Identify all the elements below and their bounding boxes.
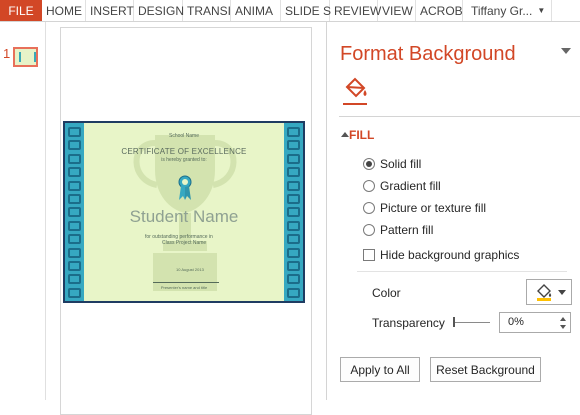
pane-title: Format Background	[340, 43, 516, 65]
apply-to-all-button[interactable]: Apply to All	[340, 357, 420, 382]
pattern-fill-label: Pattern fill	[380, 223, 434, 237]
border-pattern-cell	[68, 180, 81, 191]
tab-review[interactable]: REVIEW	[330, 0, 381, 21]
border-pattern-cell	[287, 180, 300, 191]
slide-certificate-title: CERTIFICATE OF EXCELLENCE	[121, 147, 247, 156]
chevron-down-icon: ▼	[537, 6, 546, 15]
slide-signature-caption: Presenter's name and title	[160, 285, 208, 290]
border-pattern-cell	[68, 247, 81, 258]
color-dropdown-caret-icon	[558, 290, 566, 295]
slide-date: 10 August 2013	[176, 267, 204, 272]
border-pattern-cell	[287, 287, 300, 298]
gradient-fill-option[interactable]: Gradient fill	[363, 178, 441, 194]
border-pattern-cell	[68, 194, 81, 204]
border-pattern-cell	[287, 220, 300, 231]
transparency-spinbox[interactable]: 0%	[499, 312, 571, 333]
reset-background-button[interactable]: Reset Background	[430, 357, 541, 382]
pattern-fill-radio[interactable]	[363, 224, 375, 236]
hide-background-graphics-checkbox[interactable]	[363, 249, 375, 261]
border-pattern-cell	[68, 287, 81, 298]
slide-school-name: School Name	[168, 133, 199, 139]
tab-animations[interactable]: ANIMA	[231, 0, 281, 21]
spin-up-icon[interactable]	[560, 317, 566, 321]
border-pattern-cell	[287, 194, 300, 204]
paint-bucket-icon[interactable]	[343, 77, 369, 101]
color-picker-button[interactable]	[526, 279, 572, 305]
fill-tab-indicator	[343, 103, 367, 105]
ribbon-filler	[551, 0, 580, 21]
user-account[interactable]: Tiffany Gr... ▼	[463, 0, 551, 21]
left-border-pattern	[65, 123, 84, 301]
border-pattern-cell	[68, 261, 81, 271]
border-pattern-cell	[287, 153, 300, 164]
options-divider	[357, 271, 567, 272]
color-label: Color	[372, 286, 401, 300]
gradient-fill-radio[interactable]	[363, 180, 375, 192]
slide-student-name: Student Name	[129, 207, 239, 226]
gradient-fill-label: Gradient fill	[380, 179, 441, 193]
collapse-arrow-icon[interactable]	[341, 132, 349, 137]
tab-home[interactable]: HOME	[42, 0, 86, 21]
border-pattern-cell	[287, 261, 300, 271]
certificate-slide[interactable]: School Name CERTIFICATE OF EXCELLENCE is…	[63, 121, 305, 303]
tab-file[interactable]: FILE	[0, 0, 42, 21]
picture-fill-option[interactable]: Picture or texture fill	[363, 200, 486, 216]
pane-menu-chevron-icon[interactable]	[561, 48, 571, 54]
border-pattern-cell	[287, 127, 300, 137]
border-pattern-cell	[287, 234, 300, 245]
slide-granted-text: is hereby granted to:	[161, 157, 207, 163]
border-pattern-cell	[287, 247, 300, 258]
border-pattern-cell	[287, 207, 300, 218]
border-pattern-cell	[68, 234, 81, 245]
transparency-slider-track[interactable]	[454, 322, 490, 323]
tab-transitions[interactable]: TRANSI	[183, 0, 231, 21]
tab-design[interactable]: DESIGN	[134, 0, 184, 21]
picture-fill-label: Picture or texture fill	[380, 201, 487, 215]
border-pattern-cell	[68, 220, 81, 231]
border-pattern-cell	[68, 127, 81, 137]
border-pattern-cell	[287, 274, 300, 285]
border-pattern-cell	[68, 167, 81, 178]
hide-background-graphics-option[interactable]: Hide background graphics	[363, 247, 519, 263]
border-pattern-cell	[68, 274, 81, 285]
transparency-label: Transparency	[372, 316, 445, 330]
solid-fill-option[interactable]: Solid fill	[363, 156, 421, 172]
border-pattern-cell	[68, 207, 81, 218]
fill-section-header[interactable]: FILL	[349, 128, 374, 142]
tab-view[interactable]: VIEW	[378, 0, 416, 21]
section-divider	[339, 116, 580, 117]
tab-insert[interactable]: INSERT	[86, 0, 134, 21]
transparency-slider-thumb[interactable]	[453, 317, 455, 327]
slide-thumbnail[interactable]	[13, 47, 38, 67]
hide-background-graphics-label: Hide background graphics	[380, 248, 520, 262]
right-border-pattern	[284, 123, 303, 301]
slide-number: 1	[3, 46, 11, 61]
spin-down-icon[interactable]	[560, 325, 566, 329]
color-picker-icon	[537, 284, 552, 301]
award-ribbon-icon	[178, 175, 192, 200]
transparency-value: 0%	[508, 316, 524, 328]
border-pattern-cell	[68, 153, 81, 164]
pattern-fill-option[interactable]: Pattern fill	[363, 222, 433, 238]
tab-acrobat[interactable]: ACROB	[416, 0, 463, 21]
border-pattern-cell	[287, 140, 300, 151]
signature-line	[153, 282, 219, 283]
ribbon-tab-bar: FILE HOME INSERT DESIGN TRANSI ANIMA SLI…	[0, 0, 580, 22]
thumbnail-pane: 1	[0, 22, 46, 400]
border-pattern-cell	[68, 140, 81, 151]
border-pattern-cell	[287, 167, 300, 178]
picture-fill-radio[interactable]	[363, 202, 375, 214]
solid-fill-radio[interactable]	[363, 158, 375, 170]
user-name: Tiffany Gr...	[471, 3, 533, 18]
solid-fill-label: Solid fill	[380, 157, 422, 171]
format-background-pane: Format Background FILL Solid fill Gradie…	[326, 22, 580, 400]
slide-project-name: Class Project Name	[162, 240, 207, 246]
tab-slide-show[interactable]: SLIDE S	[281, 0, 331, 21]
